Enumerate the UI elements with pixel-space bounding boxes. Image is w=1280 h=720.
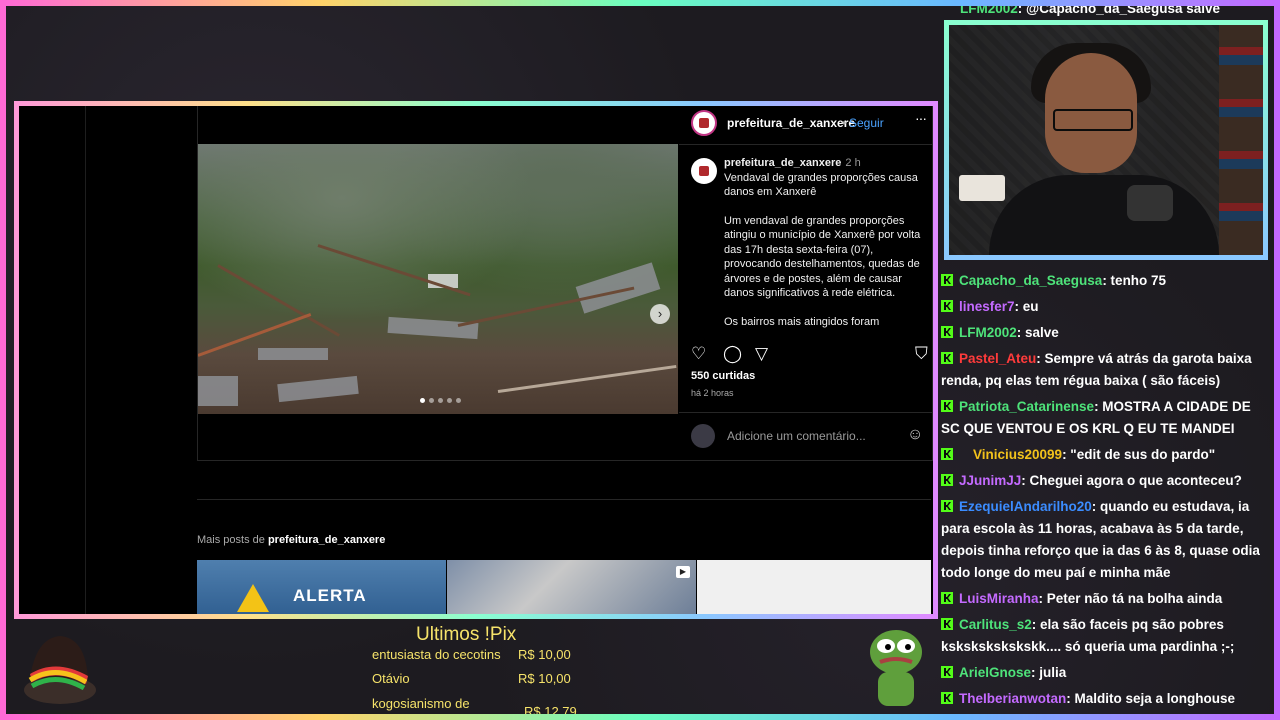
chat-message: ArielGnose: julia xyxy=(941,662,1271,684)
caption-avatar[interactable] xyxy=(691,158,717,184)
kick-badge-icon xyxy=(941,666,953,678)
chat-username[interactable]: linesfer7 xyxy=(959,299,1015,314)
post-time: há 2 horas xyxy=(691,388,734,398)
divider xyxy=(679,412,932,413)
chat-text: : Maldito seja a longhouse xyxy=(1066,691,1236,706)
chat-username[interactable]: Patriota_Catarinense xyxy=(959,399,1094,414)
chat-username[interactable]: EzequielAndarilho20 xyxy=(959,499,1092,514)
next-image-button[interactable]: › xyxy=(650,304,670,324)
instagram-post: › prefeitura_de_xanxere • Seguir ··· pre… xyxy=(197,106,933,461)
pix-amount: R$ 10,00 xyxy=(518,647,571,662)
comment-icon[interactable]: ◯ xyxy=(723,344,742,364)
chat-text: : "edit de sus do pardo" xyxy=(1062,447,1216,462)
kick-badge-icon xyxy=(941,448,953,460)
user-avatar xyxy=(691,424,715,448)
carousel-dots xyxy=(418,390,463,408)
chat-message: Carlitus_s2: ela são faceis pq são pobre… xyxy=(941,614,1271,658)
like-count[interactable]: 550 curtidas xyxy=(691,370,755,382)
caption-time: 2 h xyxy=(845,157,861,169)
thumbnail-text: ALERTA xyxy=(293,586,367,605)
caption-body: Um vendaval de grandes proporções atingi… xyxy=(724,214,921,300)
chat-text: : tenho 75 xyxy=(1102,273,1167,288)
post-caption: prefeitura_de_xanxere 2 h Vendaval de gra… xyxy=(724,156,929,343)
instagram-sidebar xyxy=(19,106,86,614)
chat-username[interactable]: LFM2002 xyxy=(960,1,1018,16)
stream-chat: LFM2002: @Capacho_da_Saegusa salve Capac… xyxy=(940,0,1276,720)
browser-capture: › prefeitura_de_xanxere • Seguir ··· pre… xyxy=(14,101,938,619)
more-posts-prefix: Mais posts de xyxy=(197,534,265,546)
divider xyxy=(197,499,931,500)
chat-message: linesfer7: eu xyxy=(941,296,1271,318)
chat-text: : salve xyxy=(1016,325,1059,340)
divider xyxy=(679,144,932,145)
post-thumbnail[interactable]: ▶ xyxy=(447,560,696,614)
post-side-panel: prefeitura_de_xanxere • Seguir ··· prefe… xyxy=(679,106,932,460)
pix-amount: R$ 12,79 xyxy=(524,704,577,719)
comment-input[interactable]: Adicione um comentário... xyxy=(727,429,866,443)
chat-message: Capacho_da_Saegusa: tenho 75 xyxy=(941,270,1271,292)
chat-message: JJunimJJ: Cheguei agora o que aconteceu? xyxy=(941,470,1271,492)
heart-icon[interactable]: ♡ xyxy=(691,344,706,364)
emoji-icon[interactable]: ☺ xyxy=(907,426,923,444)
chat-message: LFM2002: @Capacho_da_Saegusa salve xyxy=(960,0,1280,20)
caption-title: Vendaval de grandes proporções causa dan… xyxy=(724,171,918,199)
post-thumbnail[interactable]: ALERTA xyxy=(197,560,446,614)
kick-badge-icon xyxy=(941,352,953,364)
warning-icon xyxy=(237,584,269,612)
chat-username[interactable]: LFM2002 xyxy=(959,325,1017,340)
post-image[interactable]: › xyxy=(198,144,678,414)
kick-badge-icon xyxy=(941,300,953,312)
post-thumbnail[interactable] xyxy=(697,560,931,614)
more-options-icon[interactable]: ··· xyxy=(915,110,927,126)
share-icon[interactable]: ▽ xyxy=(755,344,768,364)
more-posts-heading: Mais posts de prefeitura_de_xanxere xyxy=(197,534,385,546)
chat-username[interactable]: LuisMiranha xyxy=(959,591,1039,606)
chat-username[interactable]: Carlitus_s2 xyxy=(959,617,1032,632)
chat-text: : @Capacho_da_Saegusa salve xyxy=(1017,1,1221,16)
kick-badge-icon xyxy=(941,400,953,412)
chat-message: LFM2002: salve xyxy=(941,322,1271,344)
chat-message: Pastel_Ateu: Sempre vá atrás da garota b… xyxy=(941,348,1271,392)
kick-badge-icon xyxy=(941,692,953,704)
chat-username[interactable]: Capacho_da_Saegusa xyxy=(959,273,1102,288)
kick-badge-icon xyxy=(941,592,953,604)
chat-message: Patriota_Catarinense: MOSTRA A CIDADE DE… xyxy=(941,396,1271,440)
chat-username[interactable]: TheIberianwotan xyxy=(959,691,1066,706)
chat-username[interactable]: ArielGnose xyxy=(959,665,1031,680)
kick-badge-icon xyxy=(941,474,953,486)
chat-message: EzequielAndarilho20: quando eu estudava,… xyxy=(941,496,1271,584)
chat-text: : eu xyxy=(1014,299,1039,314)
pix-name: Otávio xyxy=(372,671,410,686)
chat-message: LuisMiranha: Peter não tá na bolha ainda xyxy=(941,588,1271,610)
chat-message: Vinicius20099: "edit de sus do pardo" xyxy=(941,444,1271,466)
chat-username[interactable]: Pastel_Ateu xyxy=(959,351,1036,366)
pix-title: Ultimos !Pix xyxy=(416,624,517,645)
caption-username[interactable]: prefeitura_de_xanxere xyxy=(724,157,841,169)
kick-badge-icon xyxy=(941,618,953,630)
kick-badge-icon xyxy=(941,500,953,512)
chat-text: : Peter não tá na bolha ainda xyxy=(1038,591,1223,606)
chat-username[interactable]: Vinicius20099 xyxy=(973,447,1062,462)
chat-username[interactable]: JJunimJJ xyxy=(959,473,1021,488)
post-actions: ♡ ◯ ▽ ⛉ xyxy=(691,344,931,364)
pix-name: kogosianismo de xyxy=(372,696,470,711)
follow-button[interactable]: Seguir xyxy=(849,116,884,130)
separator-dot: • xyxy=(842,116,847,130)
profile-avatar[interactable] xyxy=(691,110,717,136)
kick-badge-icon xyxy=(941,274,953,286)
post-username[interactable]: prefeitura_de_xanxere xyxy=(727,116,855,130)
chat-text: : julia xyxy=(1031,665,1067,680)
kick-badge-icon xyxy=(941,326,953,338)
bookmark-icon[interactable]: ⛉ xyxy=(915,344,928,364)
chat-text: : Cheguei agora o que aconteceu? xyxy=(1021,473,1242,488)
pepe-emote xyxy=(866,626,928,710)
more-posts-user[interactable]: prefeitura_de_xanxere xyxy=(268,534,385,546)
chat-message: TheIberianwotan: Maldito seja a longhous… xyxy=(941,688,1271,710)
caption-body-2: Os bairros mais atingidos foram xyxy=(724,315,880,328)
pix-amount: R$ 10,00 xyxy=(518,671,571,686)
pix-name: entusiasta do cecotins xyxy=(372,647,501,662)
hat-graphic xyxy=(16,628,98,708)
video-icon: ▶ xyxy=(676,566,690,578)
